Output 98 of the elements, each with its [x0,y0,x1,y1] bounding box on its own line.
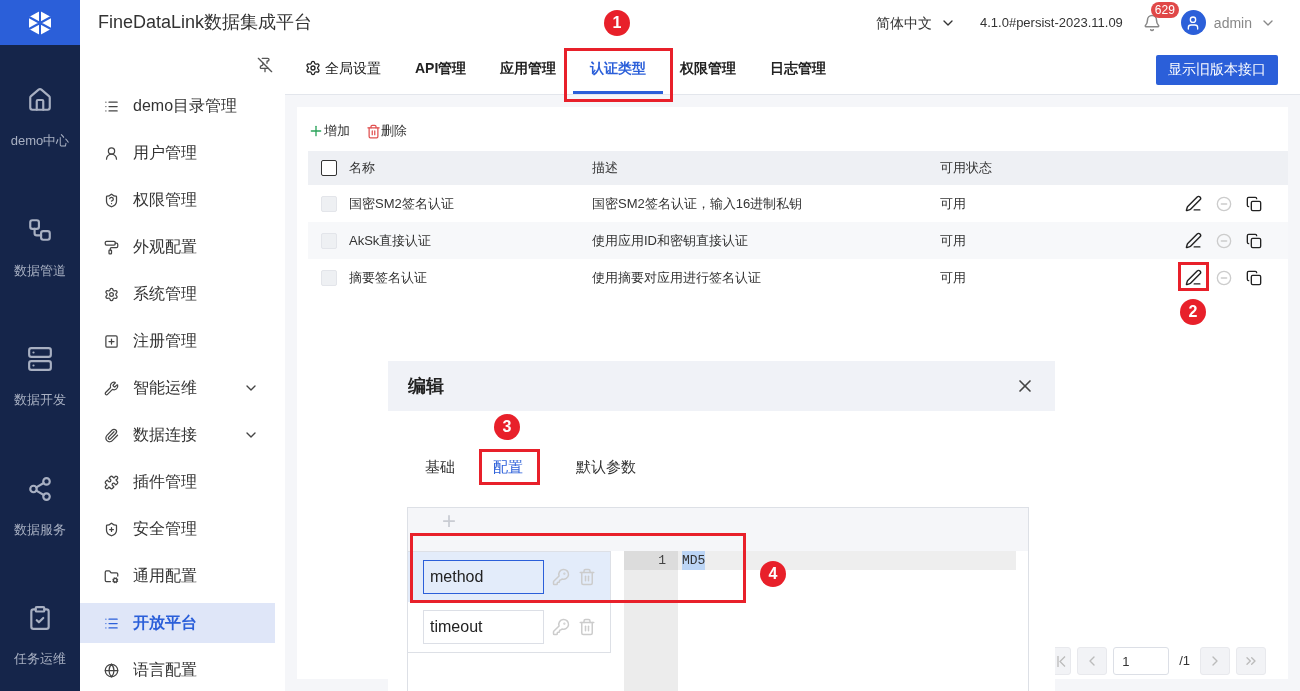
dialog-tab[interactable]: 默认参数 [568,455,644,479]
edit-icon[interactable] [1185,269,1202,286]
rail-item[interactable]: 数据开发 [14,346,66,410]
column-header: 可用状态 [940,159,993,178]
highlight-frame [1178,262,1209,291]
table-cell-text: 国密SM2签名认证 [349,194,455,213]
paperclip-icon [104,427,119,443]
notification-count: 629 [1150,1,1179,18]
trash-icon [366,123,381,139]
table-cell-text: 使用摘要对应用进行签名认证 [592,268,762,287]
previous-page-button[interactable] [1077,647,1108,675]
tab[interactable]: 全局设置 [288,45,398,94]
rail-item[interactable]: 数据管道 [14,216,66,280]
pin-icon[interactable] [257,57,273,73]
shield-icon [104,192,119,208]
wrench-icon [104,380,119,396]
table-cell-text: 摘要签名认证 [349,268,428,287]
column-header: 描述 [592,159,619,178]
page-total: /1 [1178,652,1191,671]
minus-circle-icon[interactable] [1216,269,1232,286]
gear-icon [104,286,119,302]
copy-icon[interactable] [1246,269,1262,286]
minus-circle-icon[interactable] [1216,232,1232,249]
dialog-tab[interactable]: 基础 [417,455,463,479]
table-cell-text: 可用 [940,268,967,287]
param-row[interactable]: method [408,552,610,602]
roller-icon [104,239,119,255]
user-icon [104,145,119,161]
trash-icon[interactable] [578,568,596,586]
dialog-tab[interactable]: 配置 [485,455,531,479]
sidebar-item[interactable]: demo目录管理 [80,86,275,126]
sidebar-item[interactable]: 通用配置 [80,556,275,596]
trash-icon[interactable] [578,618,596,636]
tab[interactable]: API管理 [398,45,484,94]
minus-circle-icon[interactable] [1216,195,1232,212]
list-icon [104,615,119,631]
list-icon [104,98,119,114]
page-field[interactable]: 1 [1113,647,1170,675]
app-title: FineDataLink数据集成平台 [98,11,313,34]
rail-item[interactable]: 数据服务 [14,475,66,539]
table-cell-text: 使用应用ID和密钥直接认证 [592,231,749,250]
tab[interactable]: 应用管理 [483,45,574,94]
legacy-api-button[interactable]: 显示旧版本接口 [1156,54,1278,85]
share-icon [27,475,53,502]
sidebar-item[interactable]: 安全管理 [80,509,275,549]
gear-icon [305,60,321,76]
rail-item[interactable]: demo中心 [10,87,70,151]
folder-gear-icon [104,568,119,584]
avatar[interactable] [1180,10,1206,35]
checkbox[interactable] [321,160,337,176]
key-icon[interactable] [552,568,570,586]
table-cell-text: 国密SM2签名认证，输入16进制私钥 [592,194,804,213]
clipboard-check-icon [27,605,53,631]
dialog-title: 编辑 [408,374,444,398]
sidebar-item[interactable]: 语言配置 [80,650,275,690]
edit-icon[interactable] [1185,232,1202,249]
sidebar-item[interactable]: 插件管理 [80,462,275,502]
table-cell-text: AkSk直接认证 [349,231,433,250]
copy-icon[interactable] [1246,195,1262,212]
shield-plus-icon [104,521,119,537]
puzzle-icon [104,474,119,490]
line-number: 1 [624,551,678,570]
tab[interactable]: 日志管理 [753,45,844,94]
key-icon[interactable] [552,618,570,636]
table-cell-text: 可用 [940,231,967,250]
sidebar-item[interactable]: 注册管理 [80,321,275,361]
param-name-field[interactable]: method [423,560,544,594]
rail-item[interactable]: 任务运维 [14,605,66,669]
sidebar-item[interactable]: 用户管理 [80,133,275,173]
edit-icon[interactable] [1185,195,1202,212]
user-menu[interactable]: admin [1213,12,1276,33]
plus-icon [308,123,324,139]
sidebar-item[interactable]: 开放平台 [80,603,275,643]
copy-icon[interactable] [1246,232,1262,249]
globe-icon [104,662,119,678]
highlight-frame [479,449,540,485]
pipeline-icon [27,216,53,243]
table-cell-text: 可用 [940,194,967,213]
sidebar-item[interactable]: 智能运维 [80,368,275,408]
tab[interactable]: 权限管理 [663,45,754,94]
sidebar-item[interactable]: 权限管理 [80,180,275,220]
sidebar-item[interactable]: 系统管理 [80,274,275,314]
tab[interactable]: 认证类型 [573,45,664,94]
next-page-button[interactable] [1200,647,1230,675]
version-label: 4.1.0#persist-2023.11.09 [980,13,1123,32]
server-icon [27,346,53,372]
add-button[interactable]: 增加 [308,121,350,141]
language-dropdown[interactable]: 简体中文 [876,12,956,33]
sidebar-item[interactable]: 数据连接 [80,415,275,455]
first-page-icon [1056,655,1066,667]
last-page-button[interactable] [1236,647,1266,675]
sidebar-item[interactable]: 外观配置 [80,227,275,267]
plus-square-icon [104,333,119,349]
column-header: 名称 [349,159,376,178]
param-name-field[interactable]: timeout [423,610,544,644]
home-icon [27,87,53,113]
delete-button[interactable]: 删除 [366,121,407,141]
bell-icon[interactable] [1142,13,1161,32]
